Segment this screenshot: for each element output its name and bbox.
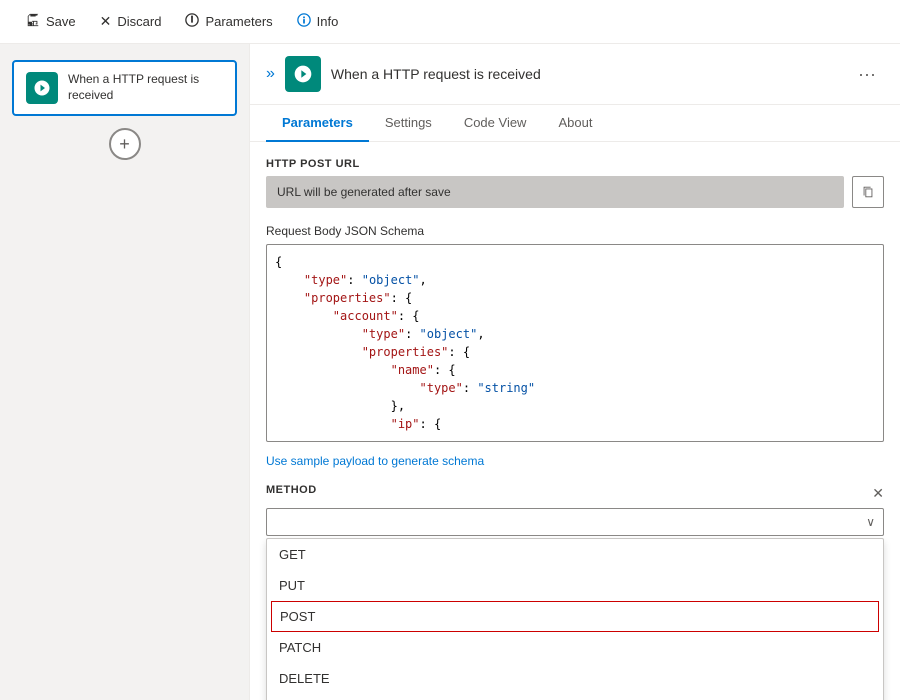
trigger-icon <box>26 72 58 104</box>
toolbar: Save ✕ Discard Parameters Info <box>0 0 900 44</box>
copy-url-button[interactable] <box>852 176 884 208</box>
method-option-put[interactable]: PUT <box>267 570 883 601</box>
save-label: Save <box>46 14 76 29</box>
save-icon <box>26 13 40 30</box>
panel-content: HTTP POST URL URL will be generated afte… <box>250 142 900 700</box>
info-icon <box>297 13 311 30</box>
tab-parameters[interactable]: Parameters <box>266 105 369 142</box>
method-option-get[interactable]: GET <box>267 539 883 570</box>
right-panel: » When a HTTP request is received ··· Pa… <box>250 44 900 700</box>
request-body-label: Request Body JSON Schema <box>266 224 884 238</box>
action-icon <box>285 56 321 92</box>
parameters-label: Parameters <box>205 14 272 29</box>
info-button[interactable]: Info <box>287 7 349 36</box>
save-button[interactable]: Save <box>16 7 86 36</box>
more-options-button[interactable]: ··· <box>850 60 884 89</box>
sidebar: When a HTTP request is received + <box>0 44 250 700</box>
http-post-url-label: HTTP POST URL <box>266 158 884 170</box>
method-select[interactable]: ∨ <box>266 508 884 536</box>
method-option-patch[interactable]: PATCH <box>267 632 883 663</box>
method-option-delete[interactable]: DELETE <box>267 663 883 694</box>
method-dropdown: GET PUT POST PATCH DELETE Enter custom v… <box>266 538 884 700</box>
discard-button[interactable]: ✕ Discard <box>90 7 172 36</box>
expand-button[interactable]: » <box>266 65 275 83</box>
url-display: URL will be generated after save <box>266 176 844 208</box>
url-field: URL will be generated after save <box>266 176 884 208</box>
method-field: Method ✕ ∨ GET PUT POST PATCH DELETE Ent… <box>266 484 884 700</box>
tab-about[interactable]: About <box>542 105 608 142</box>
tab-code-view[interactable]: Code View <box>448 105 543 142</box>
dropdown-arrow-icon: ∨ <box>866 515 875 529</box>
tab-bar: Parameters Settings Code View About <box>250 105 900 142</box>
discard-label: Discard <box>117 14 161 29</box>
tab-settings[interactable]: Settings <box>369 105 448 142</box>
sample-payload-link[interactable]: Use sample payload to generate schema <box>266 454 884 468</box>
method-header: Method ✕ <box>266 484 884 502</box>
add-step-button[interactable]: + <box>109 128 141 160</box>
info-label: Info <box>317 14 339 29</box>
trigger-card[interactable]: When a HTTP request is received <box>12 60 237 116</box>
action-header: » When a HTTP request is received ··· <box>250 44 900 105</box>
method-label: Method <box>266 484 317 496</box>
main-layout: When a HTTP request is received + » When… <box>0 44 900 700</box>
parameters-icon <box>185 13 199 30</box>
method-clear-button[interactable]: ✕ <box>872 485 884 502</box>
method-option-post[interactable]: POST <box>271 601 879 632</box>
json-schema-editor[interactable]: { "type": "object", "properties": { "acc… <box>266 244 884 442</box>
parameters-button[interactable]: Parameters <box>175 7 282 36</box>
action-title: When a HTTP request is received <box>331 66 840 82</box>
add-step: + <box>12 128 237 160</box>
trigger-label: When a HTTP request is received <box>68 72 223 103</box>
discard-icon: ✕ <box>100 13 112 30</box>
method-option-custom[interactable]: Enter custom value <box>267 694 883 700</box>
